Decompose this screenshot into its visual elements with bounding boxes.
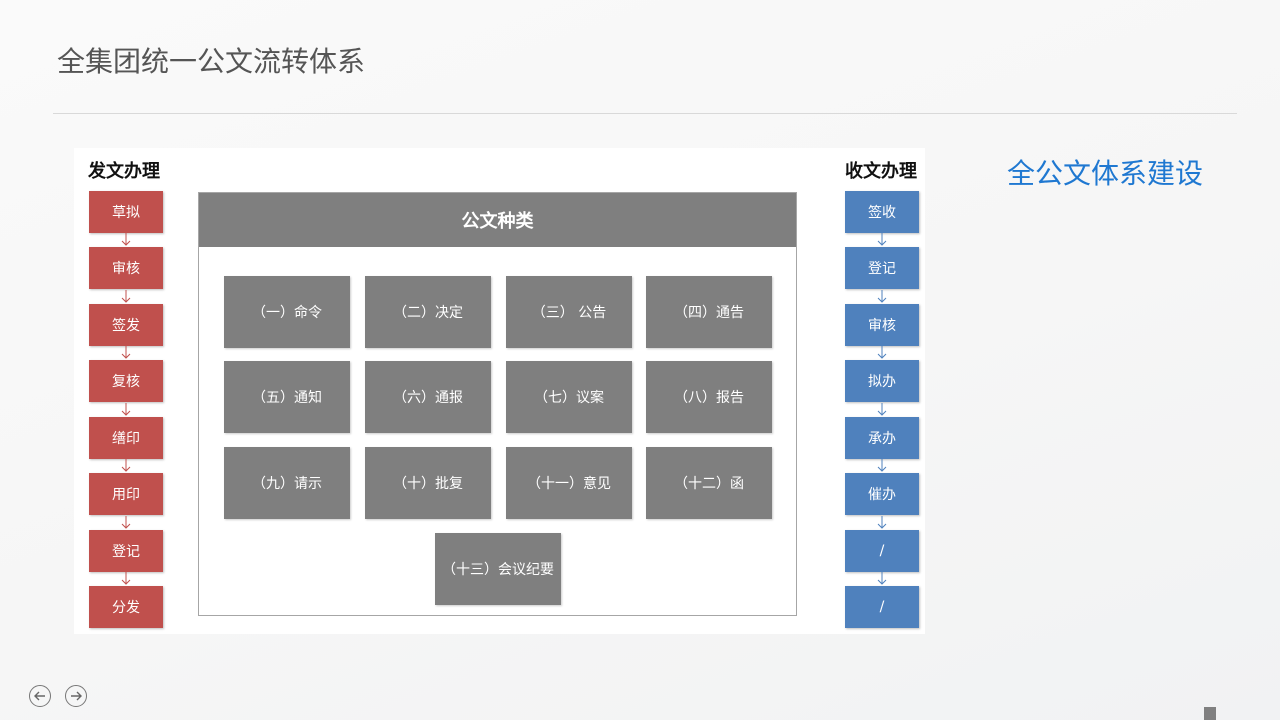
category-item: （六）通报 [365,361,491,433]
category-item: （七）议案 [506,361,632,433]
category-item: （三） 公告 [506,276,632,348]
category-item: （十）批复 [365,447,491,519]
workflow-diagram: 发文办理 草拟 审核 签发 复核 缮印 用印 登记 分发 公文种类 （一）命令 … [74,148,925,634]
receive-heading: 收文办理 [845,161,917,182]
arrow-down-icon [121,346,131,359]
arrow-down-icon [121,459,131,472]
arrow-left-circle-icon [34,691,45,701]
title-divider [53,113,1237,114]
send-step: 草拟 [89,191,163,233]
arrow-down-icon [121,403,131,416]
categories-header: 公文种类 [199,193,796,247]
arrow-down-icon [877,516,887,529]
category-item: （四）通告 [646,276,772,348]
receive-step: 拟办 [845,360,919,402]
category-item: （八）报告 [646,361,772,433]
receive-step: 审核 [845,304,919,346]
page-title: 全集团统一公文流转体系 [57,45,366,78]
send-step: 用印 [89,473,163,515]
receive-step: 催办 [845,473,919,515]
arrow-down-icon [121,516,131,529]
send-step: 分发 [89,586,163,628]
send-step: 审核 [89,247,163,289]
category-item: （十二）函 [646,447,772,519]
arrow-right-circle-icon [71,691,82,701]
document-categories: 公文种类 （一）命令 （二）决定 （三） 公告 （四）通告 （五）通知 （六）通… [198,192,797,616]
arrow-down-icon [121,572,131,585]
arrow-down-icon [121,290,131,303]
category-item: （二）决定 [365,276,491,348]
arrow-down-icon [877,290,887,303]
receive-step: / [845,586,919,628]
receive-step: / [845,530,919,572]
arrow-down-icon [877,572,887,585]
arrow-down-icon [877,346,887,359]
category-item: （九）请示 [224,447,350,519]
send-step: 登记 [89,530,163,572]
corner-marker [1204,707,1216,720]
send-heading: 发文办理 [88,161,160,182]
prev-slide-button[interactable] [29,685,51,707]
send-step: 复核 [89,360,163,402]
receive-step: 签收 [845,191,919,233]
category-item: （十三）会议纪要 [435,533,561,605]
arrow-down-icon [877,459,887,472]
receive-step: 承办 [845,417,919,459]
send-step: 缮印 [89,417,163,459]
arrow-down-icon [121,233,131,246]
category-item: （一）命令 [224,276,350,348]
category-item: （十一）意见 [506,447,632,519]
send-step: 签发 [89,304,163,346]
arrow-down-icon [877,233,887,246]
arrow-down-icon [877,403,887,416]
side-title: 全公文体系建设 [1007,157,1204,190]
category-item: （五）通知 [224,361,350,433]
receive-step: 登记 [845,247,919,289]
next-slide-button[interactable] [65,685,87,707]
